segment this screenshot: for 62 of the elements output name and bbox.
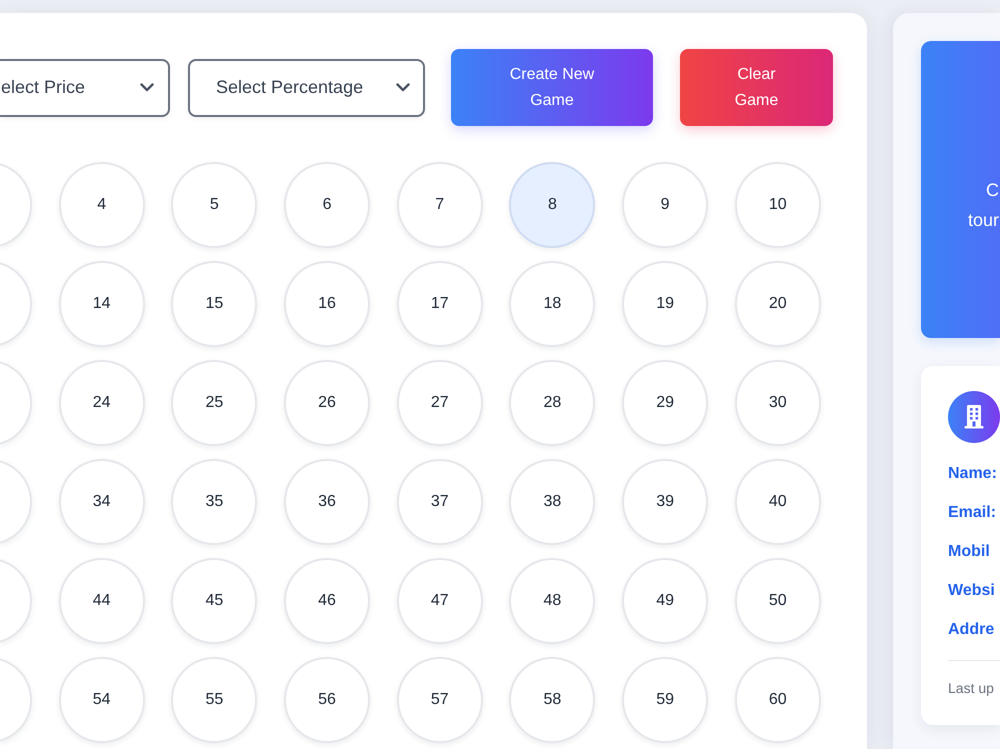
number-button[interactable]: 15 xyxy=(171,261,258,347)
number-button[interactable]: 36 xyxy=(284,459,370,545)
number-button[interactable]: 38 xyxy=(509,459,596,545)
number-button[interactable]: 6 xyxy=(284,162,370,248)
number-button[interactable] xyxy=(0,261,32,347)
number-button[interactable]: 58 xyxy=(509,657,596,743)
number-button[interactable]: 50 xyxy=(734,558,821,644)
number-button[interactable]: 25 xyxy=(171,360,258,446)
number-button[interactable] xyxy=(0,162,32,248)
number-button[interactable]: 8 xyxy=(509,162,596,248)
number-button[interactable]: 34 xyxy=(58,459,145,545)
number-button[interactable]: 9 xyxy=(622,162,708,248)
number-button[interactable] xyxy=(0,657,32,743)
number-button[interactable]: 49 xyxy=(622,558,708,644)
number-button[interactable]: 44 xyxy=(58,558,145,644)
number-button[interactable]: 20 xyxy=(734,261,821,347)
number-button[interactable]: 10 xyxy=(734,162,821,248)
number-button[interactable]: 16 xyxy=(284,261,370,347)
number-button[interactable]: 26 xyxy=(284,360,370,446)
field-label: Addre xyxy=(948,620,996,640)
banner-text: C xyxy=(986,178,999,202)
number-button[interactable]: 55 xyxy=(171,657,258,743)
clear-game-button[interactable]: Clear Game xyxy=(680,49,833,126)
number-button[interactable] xyxy=(0,360,32,446)
last-updated-text: Last up xyxy=(948,679,995,698)
number-button[interactable]: 18 xyxy=(509,261,596,347)
number-button[interactable] xyxy=(0,459,32,545)
number-button[interactable]: 57 xyxy=(396,657,483,743)
banner-text: tour xyxy=(968,208,999,232)
number-button[interactable]: 5 xyxy=(171,162,258,248)
number-button[interactable]: 24 xyxy=(58,360,145,446)
number-button[interactable]: 14 xyxy=(58,261,145,347)
chevron-down-icon xyxy=(140,83,154,92)
number-button[interactable]: 48 xyxy=(509,558,596,644)
number-button[interactable]: 28 xyxy=(509,360,596,446)
field-label: Email: xyxy=(948,503,998,523)
number-button[interactable]: 46 xyxy=(284,558,370,644)
number-button[interactable]: 40 xyxy=(734,459,821,545)
number-button[interactable]: 30 xyxy=(734,360,821,446)
chevron-down-icon xyxy=(396,83,410,92)
number-button[interactable] xyxy=(0,558,32,644)
number-button[interactable]: 27 xyxy=(396,360,483,446)
dropdown-select[interactable]: Select Percentage xyxy=(188,58,425,116)
field-label: Name: xyxy=(948,464,998,484)
number-button[interactable]: 45 xyxy=(171,558,258,644)
dropdown-select[interactable]: elect Price xyxy=(0,58,170,116)
field-label: Websi xyxy=(948,581,996,601)
number-button[interactable]: 39 xyxy=(622,459,708,545)
number-button[interactable]: 7 xyxy=(396,162,483,248)
number-button[interactable]: 56 xyxy=(284,657,370,743)
number-button[interactable]: 54 xyxy=(58,657,145,743)
number-button[interactable]: 19 xyxy=(622,261,708,347)
number-button[interactable]: 4 xyxy=(58,162,145,248)
number-button[interactable]: 60 xyxy=(734,657,821,743)
number-button[interactable]: 47 xyxy=(396,558,483,644)
number-button[interactable]: 29 xyxy=(622,360,708,446)
field-label: Mobil xyxy=(948,542,991,562)
number-button[interactable]: 35 xyxy=(171,459,258,545)
number-button[interactable]: 59 xyxy=(622,657,708,743)
number-button[interactable]: 37 xyxy=(396,459,483,545)
number-button[interactable]: 17 xyxy=(396,261,483,347)
create-game-button[interactable]: Create New Game xyxy=(451,49,653,126)
